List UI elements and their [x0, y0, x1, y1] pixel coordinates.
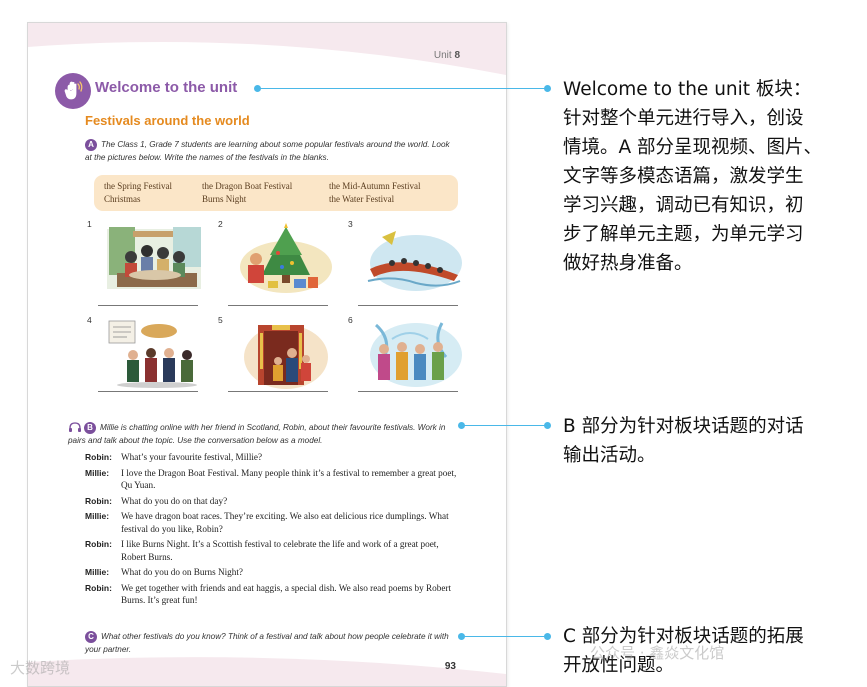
picture-number: 6 [348, 315, 353, 325]
burns-night-picture [108, 320, 197, 388]
dialogue-line: Robin: We get together with friends and e… [85, 582, 465, 607]
answer-blank[interactable] [98, 391, 198, 392]
part-b-badge: B [84, 421, 96, 434]
dialogue-text: I love the Dragon Boat Festival. Many pe… [121, 467, 457, 491]
part-a-badge: A [85, 138, 97, 151]
word-option: the Dragon Boat Festival [202, 181, 293, 191]
connector-line [258, 88, 547, 89]
connector-dot [544, 633, 551, 640]
part-b-instruction: B Millie is chatting online with her frie… [68, 421, 446, 445]
answer-blank[interactable] [228, 305, 328, 306]
speaker-name: Robin: [85, 495, 112, 506]
answer-blank[interactable] [98, 305, 198, 306]
speaker-name: Millie: [85, 567, 110, 577]
dialogue-line: Robin: What’s your favourite festival, Mi… [85, 451, 465, 464]
note-welcome: Welcome to the unit 板块： 针对整个单元进行导入，创设 情境… [563, 79, 823, 274]
dialogue-line: Millie: We have dragon boat races. They’r… [85, 510, 465, 535]
page-number: 93 [444, 661, 456, 672]
word-option: Christmas [104, 194, 141, 204]
part-a-instruction: A The Class 1, Grade 7 students are learn… [85, 138, 450, 162]
word-option: Burns Night [202, 194, 247, 204]
unit-label: Unit 8 [433, 50, 460, 61]
word-option: the Mid-Autumn Festival [329, 181, 421, 191]
dialogue-line: Millie: I love the Dragon Boat Festival. … [85, 467, 465, 492]
section-title: Festivals around the world [85, 113, 250, 128]
note-part-b: B 部分为针对板块话题的对话 输出活动。 [563, 416, 804, 466]
picture-number: 5 [218, 315, 223, 325]
part-c-badge: C [85, 630, 97, 643]
dragon-boat-picture [367, 231, 462, 291]
connector-line [462, 636, 547, 637]
conversation: Robin: What’s your favourite festival, Mi… [85, 451, 465, 610]
speaker-name: Robin: [85, 452, 112, 462]
welcome-title: Welcome to the unit [95, 79, 238, 96]
dialogue-text: We get together with friends and eat hag… [121, 582, 452, 606]
textbook-page: Unit 8 Welcome to the unit Festivals aro… [27, 22, 507, 687]
speaker-name: Robin: [85, 582, 112, 593]
connector-dot [544, 85, 551, 92]
headphones-icon [69, 422, 81, 433]
picture-number: 4 [87, 315, 92, 325]
dialogue-line: Millie: What do you do on Burns Night? [85, 566, 465, 579]
dialogue-text: What do you do on that day? [121, 495, 228, 506]
connector-line [462, 425, 547, 426]
answer-blank[interactable] [228, 391, 328, 392]
dialogue-text: What do you do on Burns Night? [121, 567, 243, 577]
speaker-name: Millie: [85, 467, 110, 478]
welcome-icon [55, 73, 91, 109]
part-c-instruction: C What other festivals do you know? Think… [85, 630, 449, 654]
dialogue-text: We have dragon boat races. They’re excit… [121, 511, 449, 534]
picture-number: 2 [218, 219, 223, 229]
christmas-picture [240, 223, 332, 293]
word-option: the Water Festival [329, 194, 395, 204]
word-option: the Spring Festival [104, 181, 172, 191]
dialogue-line: Robin: I like Burns Night. It’s a Scottis… [85, 538, 465, 563]
speaker-name: Millie: [85, 511, 110, 521]
word-box: the Spring Festival the Dragon Boat Fest… [94, 175, 458, 211]
answer-blank[interactable] [358, 305, 458, 306]
dialogue-text: I like Burns Night. It’s a Scottish fest… [121, 539, 439, 562]
speaker-name: Robin: [85, 539, 112, 549]
water-festival-picture [370, 322, 462, 387]
answer-blank[interactable] [358, 391, 458, 392]
spring-festival-door-picture [244, 325, 328, 389]
dialogue-text: What’s your favourite festival, Millie? [121, 452, 263, 462]
dialogue-line: Robin: What do you do on that day? [85, 495, 465, 508]
picture-number: 1 [87, 219, 92, 229]
picture-number: 3 [348, 219, 353, 229]
connector-dot [544, 422, 551, 429]
watermark-right: 公众号 · 鑫焱文化馆 [590, 644, 725, 662]
watermark-left: 大数跨境 [10, 659, 71, 677]
spring-festival-picture [107, 227, 201, 289]
